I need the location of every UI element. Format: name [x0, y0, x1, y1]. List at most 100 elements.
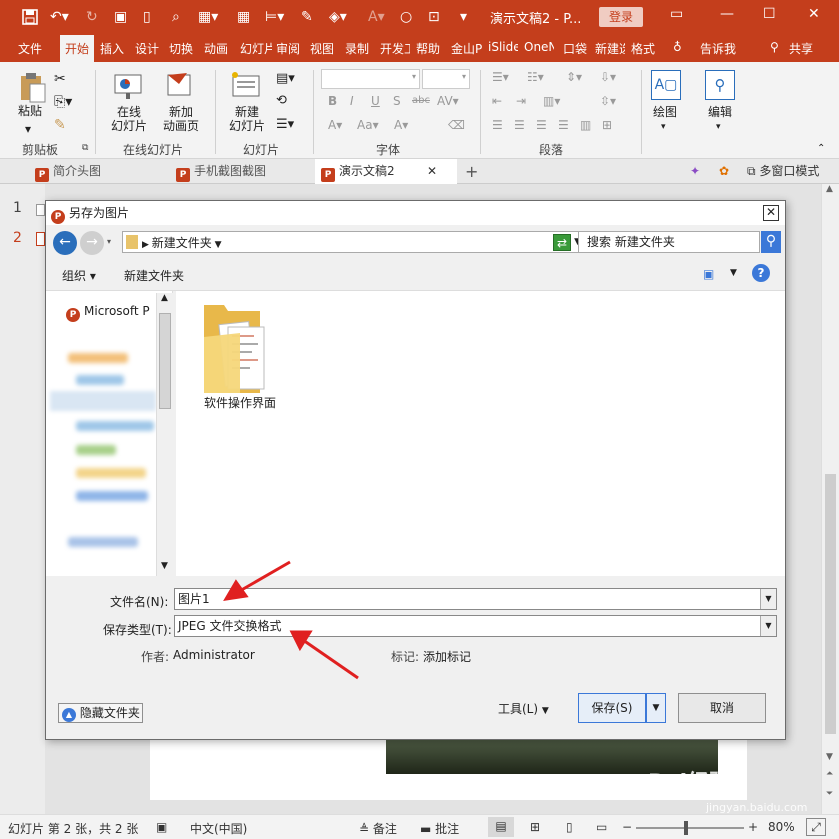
minimize-icon[interactable]: — [720, 6, 734, 22]
preview-icon[interactable]: ⌕ [172, 9, 180, 25]
online-slide-button[interactable]: 在线 幻灯片 [104, 105, 154, 133]
multi-window-button[interactable]: ⧉ 多窗口模式 [747, 159, 819, 184]
thumb-number[interactable]: 1 [13, 200, 22, 216]
doc-tab-2[interactable]: P 演示文稿2 ✕ [315, 159, 457, 184]
present-icon[interactable]: ▣ [114, 9, 127, 25]
maximize-icon[interactable]: ☐ [763, 6, 776, 22]
breadcrumb-folder[interactable]: 新建文件夹 [152, 236, 212, 250]
distribute-icon[interactable]: ▥ [580, 118, 591, 132]
circle-icon[interactable]: ○ [400, 9, 412, 25]
numbering-icon[interactable]: ☷▾ [527, 70, 544, 84]
cancel-button[interactable]: 取消 [678, 693, 766, 723]
login-button[interactable]: 登录 [599, 7, 643, 27]
crop-icon[interactable]: ⊡ [428, 9, 440, 25]
tab-new-select[interactable]: 新建选 [595, 40, 625, 57]
doc-tab-0[interactable]: P 简介头图 [35, 159, 101, 184]
search-input[interactable]: 搜索 新建文件夹 [578, 231, 760, 253]
layout-icon[interactable]: ▤▾ [276, 72, 295, 86]
grid-icon[interactable]: ▦ [237, 9, 250, 25]
font-name-select[interactable]: ▾ [321, 69, 420, 89]
tab-animations[interactable]: 动画 [204, 40, 228, 57]
tab-transitions[interactable]: 切换 [169, 40, 193, 57]
font-color-icon[interactable]: A▾ [394, 118, 408, 132]
paste-dropdown-icon[interactable]: ▾ [25, 122, 31, 136]
bullets-icon[interactable]: ☰▾ [492, 70, 509, 84]
language-status[interactable]: 中文(中国) [190, 820, 247, 837]
search-icon[interactable]: ⚲ [761, 231, 781, 253]
cut-icon[interactable]: ✂ [54, 72, 66, 86]
tab-review[interactable]: 审阅 [276, 40, 300, 57]
tab-islide[interactable]: iSlide [488, 40, 518, 54]
strikethrough-icon[interactable]: abc [412, 94, 430, 108]
eyedropper-icon[interactable]: ✎ [301, 9, 313, 25]
blurred-nav-item[interactable] [68, 353, 128, 363]
tab-format[interactable]: 格式 [631, 40, 655, 57]
filetype-select[interactable]: JPEG 文件交换格式 ▼ [174, 615, 777, 637]
refresh-icon[interactable]: ⇄ [553, 234, 571, 251]
new-anim-page-button[interactable]: 新加 动画页 [156, 105, 206, 133]
slide-sorter-icon[interactable]: ⊞ [530, 820, 540, 834]
tab-slideshow[interactable]: 幻灯片 [240, 40, 272, 57]
chevron-down-icon[interactable]: ▼ [760, 589, 776, 609]
image-icon[interactable]: ▦▾ [198, 9, 218, 25]
notes-button[interactable]: ≜ 备注 [359, 820, 397, 837]
zoom-slider-thumb[interactable] [684, 821, 688, 835]
search-icon[interactable]: ⚲ [705, 70, 735, 100]
char-spacing-icon[interactable]: AV▾ [437, 94, 459, 108]
scrollbar[interactable]: ▲ ▼ ⏶ ⏷ [821, 184, 839, 814]
blurred-nav-item[interactable] [76, 445, 116, 455]
dialog-launcher-icon[interactable]: ⧉ [82, 143, 88, 153]
blurred-nav-item[interactable] [76, 421, 154, 431]
blurred-nav-item[interactable] [76, 468, 146, 478]
accessibility-icon[interactable]: ▣ [156, 820, 167, 834]
tab-file[interactable]: 文件 [18, 40, 42, 57]
align-center-icon[interactable]: ☰ [514, 118, 525, 132]
font-size-select[interactable]: ▾ [422, 69, 470, 89]
doc-tab-1[interactable]: P 手机截图截图 [176, 159, 266, 184]
new-slide-icon[interactable] [230, 70, 260, 100]
format-painter-icon[interactable]: ✎ [54, 118, 66, 132]
scroll-down-icon[interactable]: ▼ [161, 561, 168, 571]
reading-view-icon[interactable]: ▯ [566, 820, 573, 834]
reset-icon[interactable]: ⟲ [276, 94, 287, 108]
zoom-in-icon[interactable]: + [748, 820, 758, 834]
nav-scrollbar[interactable]: ▲ ▼ [156, 293, 173, 576]
columns-icon[interactable]: ▥▾ [543, 94, 560, 108]
collapse-ribbon-icon[interactable]: ⌃ [817, 142, 825, 156]
shadow-icon[interactable]: S [393, 94, 401, 108]
tab-design[interactable]: 设计 [135, 40, 159, 57]
drawing-icon[interactable]: A▢ [651, 70, 681, 100]
fill-icon[interactable]: ◈▾ [329, 9, 347, 25]
ribbon-display-icon[interactable]: ▭ [670, 6, 683, 22]
user-icon[interactable]: ⚲ [770, 40, 779, 54]
line-spacing-icon[interactable]: ⇕▾ [566, 70, 582, 84]
magic-icon[interactable]: ✦ [690, 159, 700, 184]
thumb-slide[interactable] [36, 204, 45, 216]
zoom-level[interactable]: 80% [768, 820, 795, 834]
text-direction-icon[interactable]: ⇩▾ [600, 70, 616, 84]
breadcrumb-chevron-icon[interactable]: ▶ [142, 240, 152, 250]
tab-onenote[interactable]: OneN [524, 40, 554, 54]
undo-icon[interactable]: ↶▾ [50, 9, 69, 25]
new-file-icon[interactable]: ▯ [143, 9, 151, 25]
breadcrumb[interactable]: ▶ 新建文件夹 ▼ ▼ [122, 231, 590, 253]
new-anim-page-icon[interactable] [165, 70, 195, 100]
scroll-thumb[interactable] [825, 474, 836, 734]
drawing-dropdown-icon[interactable]: ▾ [661, 120, 666, 134]
align-text-icon[interactable]: ⇳▾ [600, 94, 616, 108]
paste-icon[interactable] [18, 72, 48, 103]
tab-help[interactable]: 帮助 [416, 40, 440, 57]
tab-developer[interactable]: 开发工 [380, 40, 410, 57]
view-icon[interactable]: ▣ [703, 267, 714, 281]
tab-pocket[interactable]: 口袋 [563, 40, 587, 57]
scroll-down-icon[interactable]: ▼ [826, 752, 833, 762]
save-dropdown-icon[interactable]: ▼ [646, 693, 666, 723]
align-right-icon[interactable]: ☰ [536, 118, 547, 132]
tools-button[interactable]: 工具(L) ▼ [498, 700, 549, 717]
align-icon[interactable]: ⊨▾ [265, 9, 284, 25]
tags-value[interactable]: 添加标记 [423, 648, 471, 665]
folder-item[interactable]: 软件操作界面 [196, 297, 276, 410]
redo-icon[interactable]: ↻ [86, 9, 98, 25]
author-value[interactable]: Administrator [173, 648, 255, 662]
chevron-down-icon[interactable]: ▼ [760, 616, 776, 636]
